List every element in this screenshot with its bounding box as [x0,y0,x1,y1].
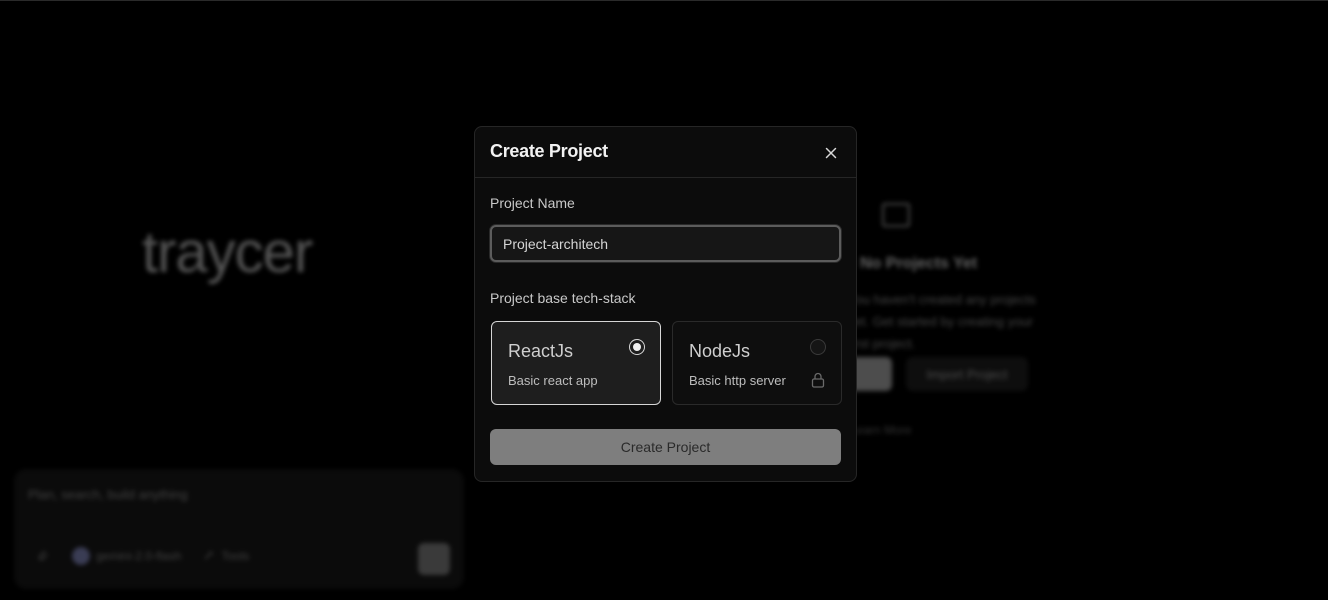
import-project-button: Import Project [906,357,1028,391]
lock-icon [811,372,825,388]
empty-title: No Projects Yet [860,255,978,272]
wrench-icon [203,549,215,564]
stack-description: Basic http server [689,373,786,388]
radio-selected[interactable] [629,339,645,355]
stack-option-nodejs[interactable]: NodeJs Basic http server [672,321,842,405]
project-name-input[interactable] [490,225,841,262]
empty-description: You haven't created any projects yet. Ge… [848,292,1036,351]
empty-projects: No Projects Yet You haven't created any … [840,197,1080,457]
model-selector: gemini-2.0-flash [72,547,181,565]
tech-stack-label: Project base tech-stack [490,290,636,306]
send-button [418,543,450,575]
attach-icon [36,548,50,565]
close-icon [825,147,837,159]
stack-title: NodeJs [689,341,751,361]
stack-title: ReactJs [508,341,574,361]
chat-toolbar: gemini-2.0-flash Tools [36,547,249,565]
tools-label: Tools [221,549,250,563]
project-name-label: Project Name [490,195,575,211]
radio-unselected[interactable] [810,339,826,355]
tools-selector: Tools [203,549,249,564]
stack-option-reactjs[interactable]: ReactJs Basic react app [491,321,661,405]
modal-header: Create Project [475,127,856,178]
folder-icon [882,203,910,227]
stack-description: Basic react app [508,373,598,388]
model-label: gemini-2.0-flash [96,549,182,563]
brand-logo: traycer [142,220,313,285]
close-button[interactable] [820,142,842,164]
model-icon [72,547,90,565]
learn-more-link: Learn More [850,423,912,437]
create-project-modal: Create Project Project Name Project base… [474,126,857,482]
create-project-button[interactable]: Create Project [490,429,841,465]
chat-placeholder: Plan, search, build anything [28,487,188,502]
modal-title: Create Project [490,141,608,161]
chat-composer: Plan, search, build anything gemini-2.0-… [14,469,464,589]
